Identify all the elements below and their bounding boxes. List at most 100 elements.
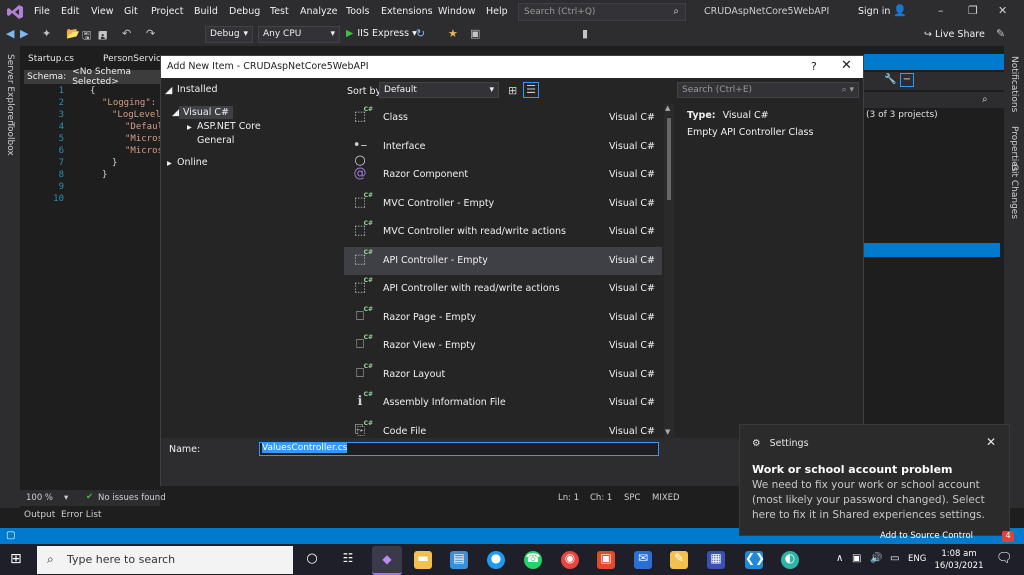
code-editor[interactable]: 1 2 3 4 5 6 7 8 9 10 { "Logging": "LogLe… [20,86,163,486]
tree-aspnet-core[interactable]: ASP.NET Core [197,121,261,132]
chevron-up-icon[interactable]: ∧ [836,553,843,564]
chevron-right-icon[interactable]: ▸ [187,122,192,133]
live-share-button[interactable]: ↪ Live Share [924,29,985,40]
photos-icon[interactable]: ▤ [450,551,468,569]
menu-test[interactable]: Test [270,6,289,17]
expand-icon[interactable]: ◢ [165,85,172,96]
json-schema-selector[interactable]: Schema: <No Schema Selected> [24,67,160,87]
template-row[interactable]: ⬚ C# Class Visual C# [344,104,662,132]
notification-close-icon[interactable]: ✕ [986,435,996,449]
refresh-icon[interactable]: ↻ [416,27,425,40]
issues-status[interactable]: No issues found [98,493,166,503]
menu-debug[interactable]: Debug [229,6,260,17]
save-icon[interactable]: 🖫 [82,27,91,46]
screenshot-icon[interactable]: ▣ [470,27,480,40]
tab-person-service[interactable]: PersonService [103,54,167,64]
taskbar-clock[interactable]: 1:08 am 16/03/2021 [932,548,986,572]
scroll-thumb[interactable] [667,118,671,200]
restore-icon[interactable]: ❐ [968,4,978,17]
network-icon[interactable]: ▣ [852,553,861,564]
vs-search-box[interactable]: Search (Ctrl+Q) ⌕ [518,3,686,21]
menu-git[interactable]: Git [124,6,138,17]
notifications-tab[interactable]: Notifications [1009,56,1019,112]
menu-extensions[interactable]: Extensions [381,6,433,17]
new-project-icon[interactable]: ✦ [42,27,51,40]
menu-help[interactable]: Help [486,6,508,17]
action-center-icon[interactable]: 🗨 [996,551,1013,566]
menu-tools[interactable]: Tools [346,6,369,17]
sticky-notes-icon[interactable]: ✎ [670,551,688,569]
menu-file[interactable]: File [34,6,50,17]
windows-notification-toast[interactable]: ⚙ Settings ✕ Work or school account prob… [739,424,1010,536]
template-row[interactable]: ⬚ C# MVC Controller with read/write actio… [344,218,662,246]
properties-wrench-icon[interactable]: 🔧 [884,74,896,85]
template-row[interactable]: ⎕ C# Razor View - Empty Visual C# [344,332,662,360]
chrome-icon[interactable]: ◉ [561,551,579,569]
tree-general[interactable]: General [197,135,234,146]
list-view-icon[interactable]: ☰ [523,82,539,98]
task-view-icon[interactable]: ☷ [339,551,357,569]
server-explorer-tab[interactable]: Server Explorer [5,54,15,124]
scroll-down-icon[interactable]: ▼ [665,428,670,436]
solution-config-dropdown[interactable]: Debug ▾ [205,26,253,43]
add-to-source-control-button[interactable]: Add to Source Control [880,531,973,541]
undo-icon[interactable]: ↶ [122,27,131,40]
error-list-tab[interactable]: Error List [61,510,102,520]
minimize-icon[interactable]: – [938,4,944,17]
sql-tool-icon[interactable]: ▣ [597,551,615,569]
open-file-icon[interactable]: 📂 [66,27,80,40]
forward-icon[interactable]: ▶ [20,27,28,40]
menu-build[interactable]: Build [194,6,218,17]
scroll-up-icon[interactable]: ▲ [665,104,670,112]
battery-icon[interactable]: ▭ [890,553,899,564]
tab-startup-cs[interactable]: Startup.cs [28,54,74,64]
menu-project[interactable]: Project [151,6,184,17]
dialog-close-icon[interactable]: ✕ [841,58,852,73]
sign-in-link[interactable]: Sign in [858,6,890,17]
template-row[interactable]: ⎕ C# Razor Page - Empty Visual C# [344,304,662,332]
sort-by-dropdown[interactable]: Default ▾ [379,82,499,98]
start-debugging-button[interactable]: ▶ IIS Express ▾ [346,28,417,39]
whatsapp-icon[interactable]: ☎ [524,551,542,569]
app-icon[interactable]: ● [487,551,505,569]
menu-analyze[interactable]: Analyze [300,6,337,17]
template-search-input[interactable]: Search (Ctrl+E) ⌕ ▾ [677,82,859,98]
template-row[interactable]: ℹ C# Assembly Information File Visual C# [344,389,662,417]
cortana-icon[interactable]: ○ [303,551,321,569]
git-changes-tab[interactable]: Git Changes [1009,164,1019,219]
toolbox-tab[interactable]: Toolbox [5,122,15,156]
vscode-icon[interactable]: ❮❯ [745,551,765,569]
file-explorer-icon[interactable]: ▬ [414,551,432,569]
notification-count-badge[interactable]: 4 [1002,531,1014,542]
window-close-icon[interactable]: ✕ [998,4,1007,17]
zoom-level[interactable]: 100 % [26,493,53,503]
feedback-icon[interactable]: ✎ [996,27,1005,40]
solution-explorer-search[interactable]: ⌕ [864,92,1004,108]
solution-explorer-selected-row[interactable] [864,243,1000,257]
menu-edit[interactable]: Edit [61,6,79,17]
mail-icon[interactable]: ✉ [634,551,652,569]
back-icon[interactable]: ◀ [6,27,14,40]
tree-visual-csharp[interactable]: Visual C# [179,106,233,119]
user-icon[interactable]: 👤 [893,4,907,17]
template-row[interactable]: ⎕ C# Razor Layout Visual C# [344,361,662,389]
tree-installed[interactable]: Installed [177,84,217,95]
template-row-selected[interactable]: ⬚ C# API Controller - Empty Visual C# [344,246,662,275]
bookmark-icon[interactable]: ▮ [582,27,588,40]
template-row[interactable]: @ Razor Component Visual C# [344,161,662,189]
grid-view-icon[interactable]: ⊞ [508,84,517,97]
redo-icon[interactable]: ↷ [146,27,155,40]
edge-icon[interactable]: ◐ [781,551,799,569]
input-language[interactable]: ENG [908,554,926,564]
volume-icon[interactable]: 🔊 [870,553,882,564]
template-row[interactable]: •–○ Interface Visual C# [344,133,662,168]
menu-window[interactable]: Window [438,6,475,17]
template-row[interactable]: ⎘ C# Code File Visual C# [344,418,662,439]
app-window-icon[interactable]: ▦ [707,551,725,569]
solution-platform-dropdown[interactable]: Any CPU ▾ [258,26,340,43]
name-input[interactable]: ValuesController.cs [259,442,659,456]
tree-online[interactable]: Online [177,157,208,168]
windows-start-icon[interactable]: ⊞ [10,551,22,567]
template-row[interactable]: ⬚ C# API Controller with read/write actio… [344,275,662,303]
chevron-right-icon[interactable]: ▸ [167,158,172,169]
